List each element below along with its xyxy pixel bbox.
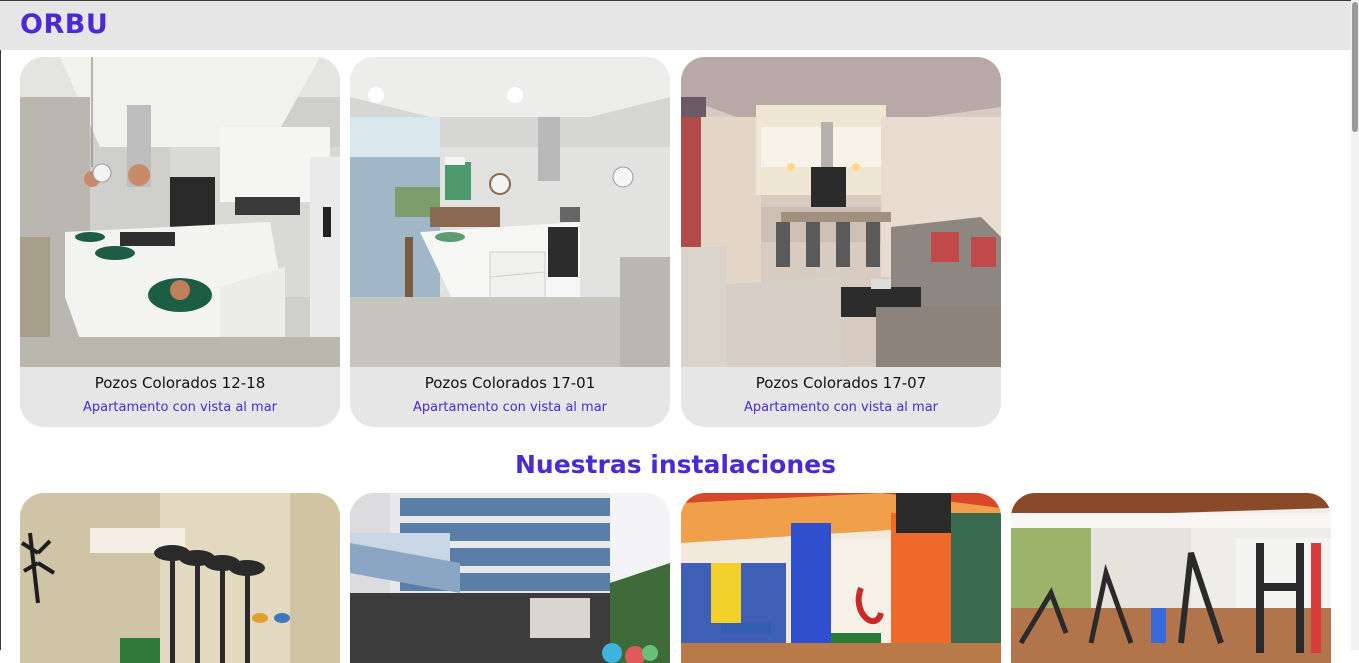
building-pool-photo[interactable] [350, 493, 670, 663]
window-frame-left [0, 0, 1, 650]
listing-subtitle: Apartamento con vista al mar [412, 400, 608, 415]
game-room-photo[interactable] [681, 493, 1001, 663]
listing-card[interactable]: Pozos Colorados 12-18 Apartamento con vi… [20, 57, 340, 427]
listing-title[interactable]: Pozos Colorados 17-07 [681, 374, 1001, 392]
gym-photo[interactable] [1011, 493, 1331, 663]
lobby-photo[interactable] [20, 493, 340, 663]
listing-card[interactable]: Pozos Colorados 17-01 Apartamento con vi… [350, 57, 670, 427]
kitchen-island-photo[interactable] [20, 57, 340, 367]
living-dining-photo[interactable] [681, 57, 1001, 367]
facilities-heading: Nuestras instalaciones [515, 450, 836, 479]
listing-title[interactable]: Pozos Colorados 17-01 [350, 374, 670, 392]
site-header: ORBU [0, 1, 1351, 50]
kitchen-sea-view-photo[interactable] [350, 57, 670, 367]
listing-title[interactable]: Pozos Colorados 12-18 [20, 374, 340, 392]
listing-subtitle: Apartamento con vista al mar [82, 400, 278, 415]
scrollbar-thumb[interactable] [1352, 2, 1358, 132]
listing-card[interactable]: Pozos Colorados 17-07 Apartamento con vi… [681, 57, 1001, 427]
listing-subtitle: Apartamento con vista al mar [743, 400, 939, 415]
scrollbar[interactable] [1351, 0, 1359, 650]
brand-logo[interactable]: ORBU [20, 9, 108, 40]
